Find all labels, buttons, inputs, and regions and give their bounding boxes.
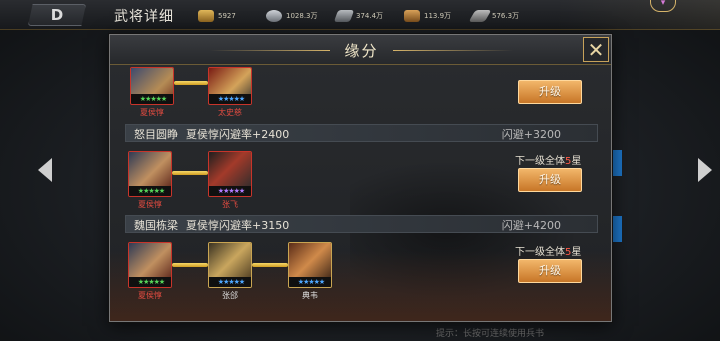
hero-name: 张郃 bbox=[222, 291, 238, 300]
resource-silver: 1028.3万 bbox=[266, 9, 318, 23]
resource-gold: 5927 bbox=[198, 9, 236, 23]
hero-card-zhanghe[interactable]: ★★★★★ bbox=[208, 242, 252, 288]
top-bar-ornament bbox=[555, 0, 720, 30]
side-tab[interactable] bbox=[612, 150, 622, 176]
resource-value: 113.9万 bbox=[424, 12, 452, 20]
hero-card-zhangfei[interactable]: ★★★★★ bbox=[208, 151, 252, 197]
upgrade-button[interactable]: 升级 bbox=[518, 259, 582, 283]
back-button[interactable]: D bbox=[28, 4, 86, 26]
hero-portrait bbox=[209, 243, 251, 279]
resource-value: 5927 bbox=[218, 12, 236, 20]
dialog-header: 缘分 ✕ bbox=[110, 35, 611, 65]
bond-bonus: 闪避+4200 bbox=[501, 219, 561, 232]
resource-wood: 576.3万 bbox=[468, 9, 520, 23]
bond-description: 夏侯惇闪避率+2400 bbox=[186, 128, 290, 141]
hero-card-xiahoudun[interactable]: ★★★★★ bbox=[130, 67, 174, 105]
hero-stars: ★★★★★ bbox=[209, 94, 251, 104]
hero-name: 夏侯惇 bbox=[140, 108, 164, 117]
hero-stars: ★★★★★ bbox=[129, 186, 171, 196]
hero-portrait bbox=[289, 243, 331, 279]
bond-name: 魏国栋梁 bbox=[134, 219, 178, 232]
hero-stars: ★★★★★ bbox=[209, 186, 251, 196]
silver-coin-icon bbox=[266, 10, 282, 22]
bond-description: 夏侯惇闪避率+3150 bbox=[186, 219, 290, 232]
iron-icon bbox=[333, 10, 355, 22]
bond-header: 怒目圆睁 夏侯惇闪避率+2400 闪避+3200 bbox=[125, 124, 598, 142]
next-level-requirement: 下一级全体5星 bbox=[515, 243, 581, 258]
bond-link bbox=[172, 263, 208, 267]
hero-name: 张飞 bbox=[222, 200, 238, 209]
next-level-suffix: 星 bbox=[571, 247, 582, 258]
bond-link bbox=[172, 171, 208, 175]
top-bar: D 武将详细 5927 1028.3万 374.4万 113.9万 576.3万… bbox=[0, 0, 720, 30]
bond-name: 怒目圆睁 bbox=[134, 128, 178, 141]
bond-header: 魏国栋梁 夏侯惇闪避率+3150 闪避+4200 bbox=[125, 215, 598, 233]
previous-hero-arrow-icon[interactable] bbox=[38, 158, 52, 182]
resource-value: 374.4万 bbox=[356, 12, 384, 20]
hero-name: 典韦 bbox=[302, 291, 318, 300]
hero-name: 夏侯惇 bbox=[138, 200, 162, 209]
title-ornament-right bbox=[393, 50, 513, 51]
hero-card-xiahoudun[interactable]: ★★★★★ bbox=[128, 242, 172, 288]
chevron-down-icon: ▾ bbox=[660, 0, 666, 8]
wood-icon bbox=[468, 10, 492, 22]
gold-ingot-icon bbox=[198, 10, 214, 22]
food-bag-icon bbox=[404, 10, 420, 22]
back-icon: D bbox=[50, 6, 64, 24]
hero-portrait bbox=[129, 152, 171, 188]
resource-food: 113.9万 bbox=[404, 9, 451, 23]
page-title: 武将详细 bbox=[114, 9, 174, 25]
hero-name: 夏侯惇 bbox=[138, 291, 162, 300]
side-tab[interactable] bbox=[612, 216, 622, 242]
close-icon: ✕ bbox=[587, 37, 605, 62]
close-button[interactable]: ✕ bbox=[583, 37, 609, 62]
hero-card-dianwei[interactable]: ★★★★★ bbox=[288, 242, 332, 288]
next-level-prefix: 下一级全体 bbox=[515, 156, 565, 167]
upgrade-button[interactable]: 升级 bbox=[518, 80, 582, 104]
next-level-prefix: 下一级全体 bbox=[515, 247, 565, 258]
hero-stars: ★★★★★ bbox=[289, 277, 331, 287]
hero-name: 太史慈 bbox=[218, 108, 242, 117]
hint-text: 提示：长按可连续使用兵书 bbox=[436, 329, 545, 339]
hero-portrait bbox=[209, 152, 251, 188]
resource-iron: 374.4万 bbox=[333, 9, 384, 23]
next-hero-arrow-icon[interactable] bbox=[698, 158, 712, 182]
hero-stars: ★★★★★ bbox=[129, 277, 171, 287]
hero-card-taishici[interactable]: ★★★★★ bbox=[208, 67, 252, 105]
bond-bonus: 闪避+3200 bbox=[501, 128, 561, 141]
next-level-suffix: 星 bbox=[571, 156, 582, 167]
hero-card-xiahoudun[interactable]: ★★★★★ bbox=[128, 151, 172, 197]
hero-stars: ★★★★★ bbox=[131, 94, 173, 104]
next-level-requirement: 下一级全体5星 bbox=[515, 152, 581, 167]
bond-link bbox=[174, 81, 208, 85]
bond-link bbox=[252, 263, 288, 267]
dialog-title: 缘分 bbox=[344, 42, 379, 60]
resource-value: 576.3万 bbox=[492, 12, 520, 20]
resource-value: 1028.3万 bbox=[286, 12, 318, 20]
bond-dialog: 缘分 ✕ ★★★★★ 夏侯惇 ★★★★★ 太史慈 升级 怒目圆睁 夏侯惇闪避率+… bbox=[109, 34, 612, 322]
hero-portrait bbox=[129, 243, 171, 279]
upgrade-button[interactable]: 升级 bbox=[518, 168, 582, 192]
hero-stars: ★★★★★ bbox=[209, 277, 251, 287]
